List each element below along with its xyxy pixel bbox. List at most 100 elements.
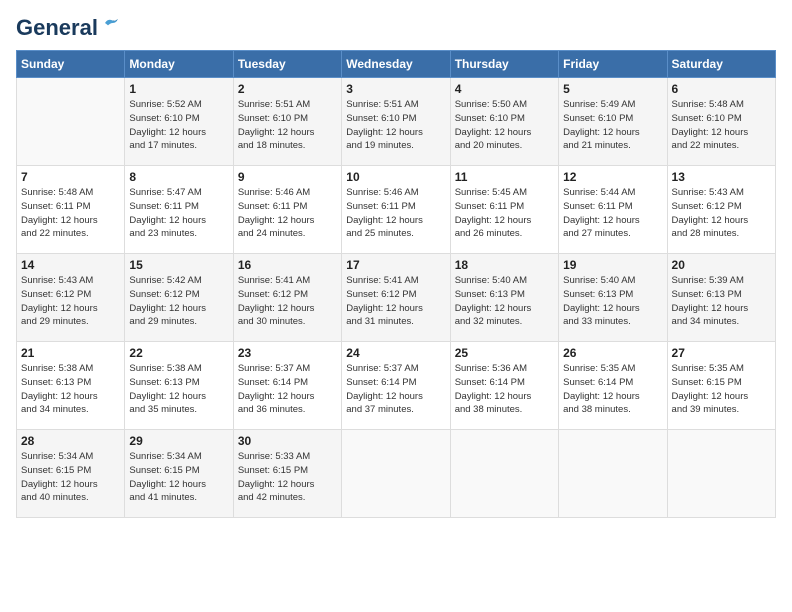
logo: General bbox=[16, 16, 120, 40]
day-number: 28 bbox=[21, 434, 120, 448]
calendar-cell bbox=[17, 78, 125, 166]
day-info: Sunrise: 5:48 AM Sunset: 6:11 PM Dayligh… bbox=[21, 186, 120, 241]
calendar-week-row: 1 Sunrise: 5:52 AM Sunset: 6:10 PM Daylig… bbox=[17, 78, 776, 166]
day-number: 13 bbox=[672, 170, 771, 184]
day-number: 9 bbox=[238, 170, 337, 184]
day-number: 10 bbox=[346, 170, 445, 184]
day-number: 25 bbox=[455, 346, 554, 360]
day-info: Sunrise: 5:44 AM Sunset: 6:11 PM Dayligh… bbox=[563, 186, 662, 241]
calendar-cell: 12 Sunrise: 5:44 AM Sunset: 6:11 PM Dayli… bbox=[559, 166, 667, 254]
calendar-cell: 4 Sunrise: 5:50 AM Sunset: 6:10 PM Daylig… bbox=[450, 78, 558, 166]
calendar-cell: 16Sunrise: 5:41 AM Sunset: 6:12 PM Dayli… bbox=[233, 254, 341, 342]
day-info: Sunrise: 5:38 AM Sunset: 6:13 PM Dayligh… bbox=[129, 362, 228, 417]
day-number: 12 bbox=[563, 170, 662, 184]
calendar-cell: 2 Sunrise: 5:51 AM Sunset: 6:10 PM Daylig… bbox=[233, 78, 341, 166]
day-info: Sunrise: 5:35 AM Sunset: 6:15 PM Dayligh… bbox=[672, 362, 771, 417]
day-info: Sunrise: 5:50 AM Sunset: 6:10 PM Dayligh… bbox=[455, 98, 554, 153]
weekday-header-wednesday: Wednesday bbox=[342, 51, 450, 78]
day-number: 21 bbox=[21, 346, 120, 360]
day-info: Sunrise: 5:34 AM Sunset: 6:15 PM Dayligh… bbox=[21, 450, 120, 505]
day-info: Sunrise: 5:36 AM Sunset: 6:14 PM Dayligh… bbox=[455, 362, 554, 417]
day-info: Sunrise: 5:48 AM Sunset: 6:10 PM Dayligh… bbox=[672, 98, 771, 153]
day-number: 19 bbox=[563, 258, 662, 272]
calendar-cell: 21 Sunrise: 5:38 AM Sunset: 6:13 PM Dayli… bbox=[17, 342, 125, 430]
calendar-cell: 25 Sunrise: 5:36 AM Sunset: 6:14 PM Dayli… bbox=[450, 342, 558, 430]
day-number: 30 bbox=[238, 434, 337, 448]
weekday-header-saturday: Saturday bbox=[667, 51, 775, 78]
calendar-cell: 24Sunrise: 5:37 AM Sunset: 6:14 PM Dayli… bbox=[342, 342, 450, 430]
weekday-header-sunday: Sunday bbox=[17, 51, 125, 78]
day-number: 8 bbox=[129, 170, 228, 184]
calendar-week-row: 14 Sunrise: 5:43 AM Sunset: 6:12 PM Dayli… bbox=[17, 254, 776, 342]
weekday-header-tuesday: Tuesday bbox=[233, 51, 341, 78]
day-number: 5 bbox=[563, 82, 662, 96]
day-number: 23 bbox=[238, 346, 337, 360]
day-number: 1 bbox=[129, 82, 228, 96]
day-info: Sunrise: 5:47 AM Sunset: 6:11 PM Dayligh… bbox=[129, 186, 228, 241]
calendar-cell: 1 Sunrise: 5:52 AM Sunset: 6:10 PM Daylig… bbox=[125, 78, 233, 166]
calendar-cell: 14 Sunrise: 5:43 AM Sunset: 6:12 PM Dayli… bbox=[17, 254, 125, 342]
calendar-cell: 20 Sunrise: 5:39 AM Sunset: 6:13 PM Dayli… bbox=[667, 254, 775, 342]
day-number: 16 bbox=[238, 258, 337, 272]
day-info: Sunrise: 5:46 AM Sunset: 6:11 PM Dayligh… bbox=[346, 186, 445, 241]
day-number: 29 bbox=[129, 434, 228, 448]
calendar-table: SundayMondayTuesdayWednesdayThursdayFrid… bbox=[16, 50, 776, 518]
day-info: Sunrise: 5:43 AM Sunset: 6:12 PM Dayligh… bbox=[672, 186, 771, 241]
calendar-cell: 18 Sunrise: 5:40 AM Sunset: 6:13 PM Dayli… bbox=[450, 254, 558, 342]
calendar-cell bbox=[667, 430, 775, 518]
day-number: 20 bbox=[672, 258, 771, 272]
calendar-cell: 30 Sunrise: 5:33 AM Sunset: 6:15 PM Dayli… bbox=[233, 430, 341, 518]
day-info: Sunrise: 5:39 AM Sunset: 6:13 PM Dayligh… bbox=[672, 274, 771, 329]
day-info: Sunrise: 5:33 AM Sunset: 6:15 PM Dayligh… bbox=[238, 450, 337, 505]
day-number: 14 bbox=[21, 258, 120, 272]
calendar-week-row: 21 Sunrise: 5:38 AM Sunset: 6:13 PM Dayli… bbox=[17, 342, 776, 430]
day-number: 7 bbox=[21, 170, 120, 184]
day-info: Sunrise: 5:43 AM Sunset: 6:12 PM Dayligh… bbox=[21, 274, 120, 329]
day-info: Sunrise: 5:34 AM Sunset: 6:15 PM Dayligh… bbox=[129, 450, 228, 505]
day-info: Sunrise: 5:42 AM Sunset: 6:12 PM Dayligh… bbox=[129, 274, 228, 329]
calendar-cell: 22 Sunrise: 5:38 AM Sunset: 6:13 PM Dayli… bbox=[125, 342, 233, 430]
calendar-cell: 10 Sunrise: 5:46 AM Sunset: 6:11 PM Dayli… bbox=[342, 166, 450, 254]
day-number: 27 bbox=[672, 346, 771, 360]
calendar-cell: 9Sunrise: 5:46 AM Sunset: 6:11 PM Daylig… bbox=[233, 166, 341, 254]
logo-text: General bbox=[16, 16, 98, 40]
calendar-cell: 13 Sunrise: 5:43 AM Sunset: 6:12 PM Dayli… bbox=[667, 166, 775, 254]
day-info: Sunrise: 5:49 AM Sunset: 6:10 PM Dayligh… bbox=[563, 98, 662, 153]
logo-bird-icon bbox=[102, 14, 120, 32]
day-info: Sunrise: 5:38 AM Sunset: 6:13 PM Dayligh… bbox=[21, 362, 120, 417]
day-number: 17 bbox=[346, 258, 445, 272]
calendar-cell: 28 Sunrise: 5:34 AM Sunset: 6:15 PM Dayli… bbox=[17, 430, 125, 518]
day-number: 6 bbox=[672, 82, 771, 96]
day-info: Sunrise: 5:40 AM Sunset: 6:13 PM Dayligh… bbox=[455, 274, 554, 329]
day-info: Sunrise: 5:40 AM Sunset: 6:13 PM Dayligh… bbox=[563, 274, 662, 329]
day-number: 26 bbox=[563, 346, 662, 360]
weekday-header-friday: Friday bbox=[559, 51, 667, 78]
day-number: 22 bbox=[129, 346, 228, 360]
calendar-week-row: 28 Sunrise: 5:34 AM Sunset: 6:15 PM Dayli… bbox=[17, 430, 776, 518]
day-info: Sunrise: 5:35 AM Sunset: 6:14 PM Dayligh… bbox=[563, 362, 662, 417]
calendar-cell: 5 Sunrise: 5:49 AM Sunset: 6:10 PM Daylig… bbox=[559, 78, 667, 166]
day-info: Sunrise: 5:51 AM Sunset: 6:10 PM Dayligh… bbox=[346, 98, 445, 153]
day-number: 24 bbox=[346, 346, 445, 360]
calendar-cell: 26 Sunrise: 5:35 AM Sunset: 6:14 PM Dayli… bbox=[559, 342, 667, 430]
calendar-cell bbox=[342, 430, 450, 518]
calendar-week-row: 7 Sunrise: 5:48 AM Sunset: 6:11 PM Daylig… bbox=[17, 166, 776, 254]
day-number: 4 bbox=[455, 82, 554, 96]
calendar-cell: 8 Sunrise: 5:47 AM Sunset: 6:11 PM Daylig… bbox=[125, 166, 233, 254]
day-info: Sunrise: 5:45 AM Sunset: 6:11 PM Dayligh… bbox=[455, 186, 554, 241]
calendar-cell bbox=[450, 430, 558, 518]
weekday-header-row: SundayMondayTuesdayWednesdayThursdayFrid… bbox=[17, 51, 776, 78]
day-number: 18 bbox=[455, 258, 554, 272]
day-number: 3 bbox=[346, 82, 445, 96]
day-info: Sunrise: 5:41 AM Sunset: 6:12 PM Dayligh… bbox=[346, 274, 445, 329]
day-info: Sunrise: 5:52 AM Sunset: 6:10 PM Dayligh… bbox=[129, 98, 228, 153]
day-number: 2 bbox=[238, 82, 337, 96]
weekday-header-thursday: Thursday bbox=[450, 51, 558, 78]
calendar-cell: 11Sunrise: 5:45 AM Sunset: 6:11 PM Dayli… bbox=[450, 166, 558, 254]
calendar-cell: 7 Sunrise: 5:48 AM Sunset: 6:11 PM Daylig… bbox=[17, 166, 125, 254]
day-number: 15 bbox=[129, 258, 228, 272]
day-info: Sunrise: 5:51 AM Sunset: 6:10 PM Dayligh… bbox=[238, 98, 337, 153]
day-info: Sunrise: 5:37 AM Sunset: 6:14 PM Dayligh… bbox=[238, 362, 337, 417]
calendar-cell: 15 Sunrise: 5:42 AM Sunset: 6:12 PM Dayli… bbox=[125, 254, 233, 342]
calendar-cell: 29 Sunrise: 5:34 AM Sunset: 6:15 PM Dayli… bbox=[125, 430, 233, 518]
